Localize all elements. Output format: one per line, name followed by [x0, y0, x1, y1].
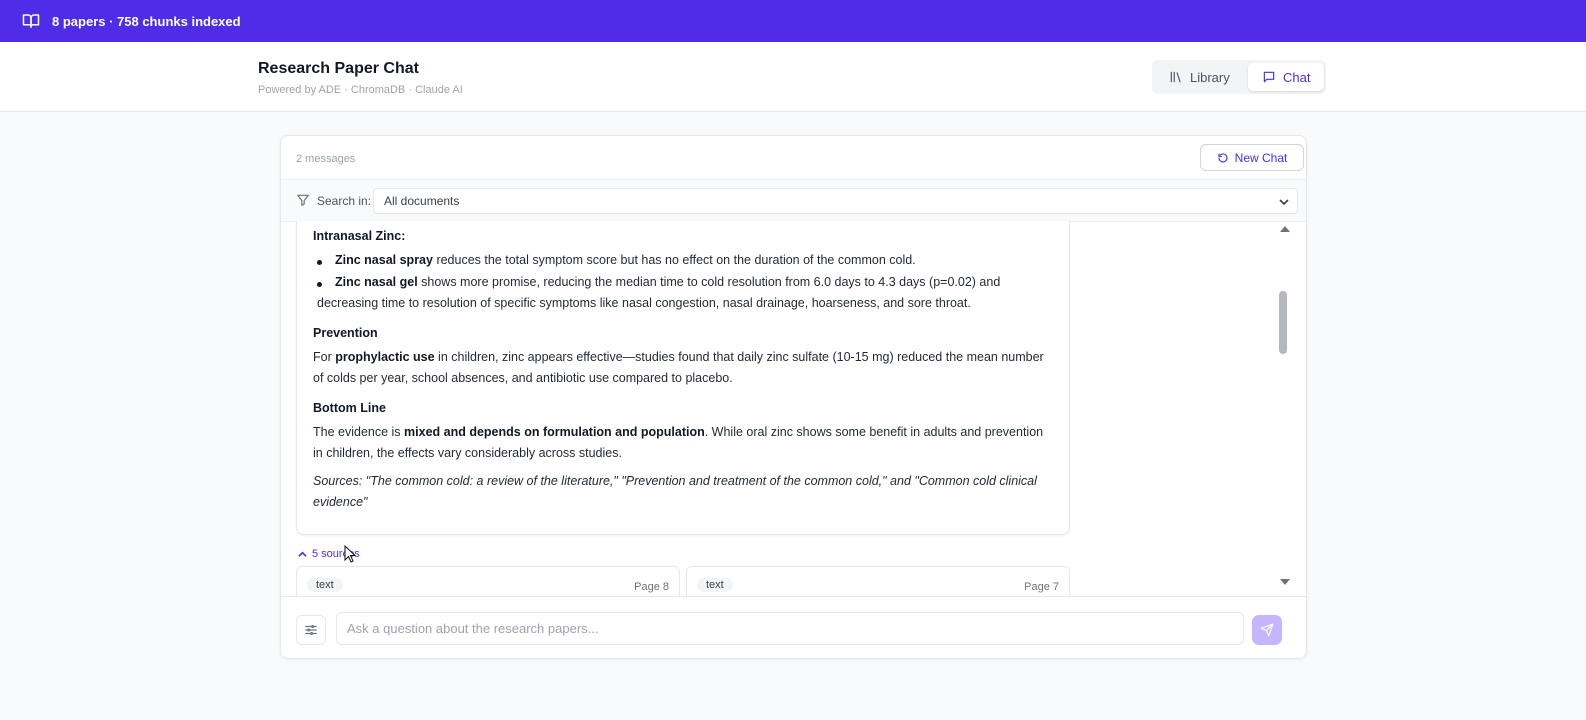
question-input[interactable] [336, 612, 1244, 645]
source-type-badge: text [697, 578, 733, 592]
library-tab-label: Library [1190, 69, 1230, 85]
index-status: 8 papers · 758 chunks indexed [52, 13, 241, 29]
assistant-message: Intranasal Zinc: Zinc nasal spray reduce… [296, 221, 1070, 535]
search-in-label: Search in: [317, 194, 372, 208]
document-select[interactable]: All documents [373, 188, 1298, 214]
chevron-down-icon [1279, 199, 1289, 206]
bottom-line-text-line2: in children, the effects vary considerab… [313, 446, 622, 460]
bullet-text: shows more promise, reducing the median … [417, 275, 1001, 289]
scroll-up-arrow[interactable] [1280, 226, 1290, 232]
source-page: Page 7 [1024, 581, 1059, 593]
new-chat-label: New Chat [1234, 150, 1288, 165]
app-title: Research Paper Chat [258, 60, 419, 77]
app-subtitle: Powered by ADE · ChromaDB · Claude AI [258, 84, 463, 96]
bullet-item: Zinc nasal gel shows more promise, reduc… [335, 272, 1055, 293]
bullet-item: Zinc nasal spray reduces the total sympt… [335, 250, 1055, 271]
mouse-cursor-icon [344, 545, 356, 563]
chevron-up-icon [298, 551, 307, 557]
bullet [317, 282, 322, 287]
library-icon [1170, 71, 1181, 83]
source-page: Page 8 [634, 581, 669, 593]
bullet-bold: Zinc nasal gel [335, 275, 418, 289]
bottom-line-text: The evidence is mixed and depends on for… [313, 425, 1044, 439]
chat-bubble-icon [1263, 71, 1275, 83]
chat-tab[interactable]: Chat [1248, 63, 1324, 91]
library-tab[interactable]: Library [1157, 63, 1239, 91]
send-button[interactable] [1252, 615, 1282, 645]
chat-tab-label: Chat [1283, 69, 1311, 85]
sources-citation: Sources: "The common cold: a review of t… [313, 474, 1037, 488]
scrollbar-thumb[interactable] [1279, 291, 1287, 354]
prevention-text-line2: of colds per year, school absences, and … [313, 371, 733, 385]
source-card[interactable]: text Page 8 [296, 566, 680, 596]
settings-button[interactable] [296, 615, 326, 645]
filter-icon [297, 194, 309, 206]
bullet-bold: Zinc nasal spray [335, 253, 433, 267]
refresh-icon [1218, 152, 1228, 162]
chat-panel: 2 messages New Chat Search in: All docum… [280, 135, 1307, 659]
document-select-value: All documents [384, 194, 460, 208]
bullet [317, 260, 322, 265]
intranasal-heading: Intranasal Zinc: [313, 229, 406, 243]
sources-citation-line2: evidence" [313, 495, 368, 509]
sliders-icon [305, 625, 317, 635]
bullet-continuation: decreasing time to resolution of specifi… [317, 296, 971, 310]
bullet-text: reduces the total symptom score but has … [432, 253, 916, 267]
book-icon [22, 14, 40, 28]
composer [281, 596, 1306, 658]
search-filter-row: Search in: All documents [281, 179, 1306, 222]
new-chat-button[interactable]: New Chat [1200, 144, 1304, 171]
prevention-text: For prophylactic use in children, zinc a… [313, 350, 1044, 364]
bottom-line-heading: Bottom Line [313, 401, 386, 415]
message-count: 2 messages [296, 153, 356, 165]
source-type-badge: text [307, 578, 343, 592]
message-list[interactable]: Intranasal Zinc: Zinc nasal spray reduce… [281, 221, 1306, 596]
send-icon [1260, 623, 1274, 637]
app-header: Research Paper Chat Powered by ADE · Chr… [0, 42, 1586, 112]
source-card[interactable]: text Page 7 [686, 566, 1070, 596]
prevention-heading: Prevention [313, 326, 378, 340]
view-toggle: Library Chat [1152, 60, 1326, 94]
scroll-down-arrow[interactable] [1280, 579, 1290, 585]
top-status-bar: 8 papers · 758 chunks indexed [0, 0, 1586, 42]
